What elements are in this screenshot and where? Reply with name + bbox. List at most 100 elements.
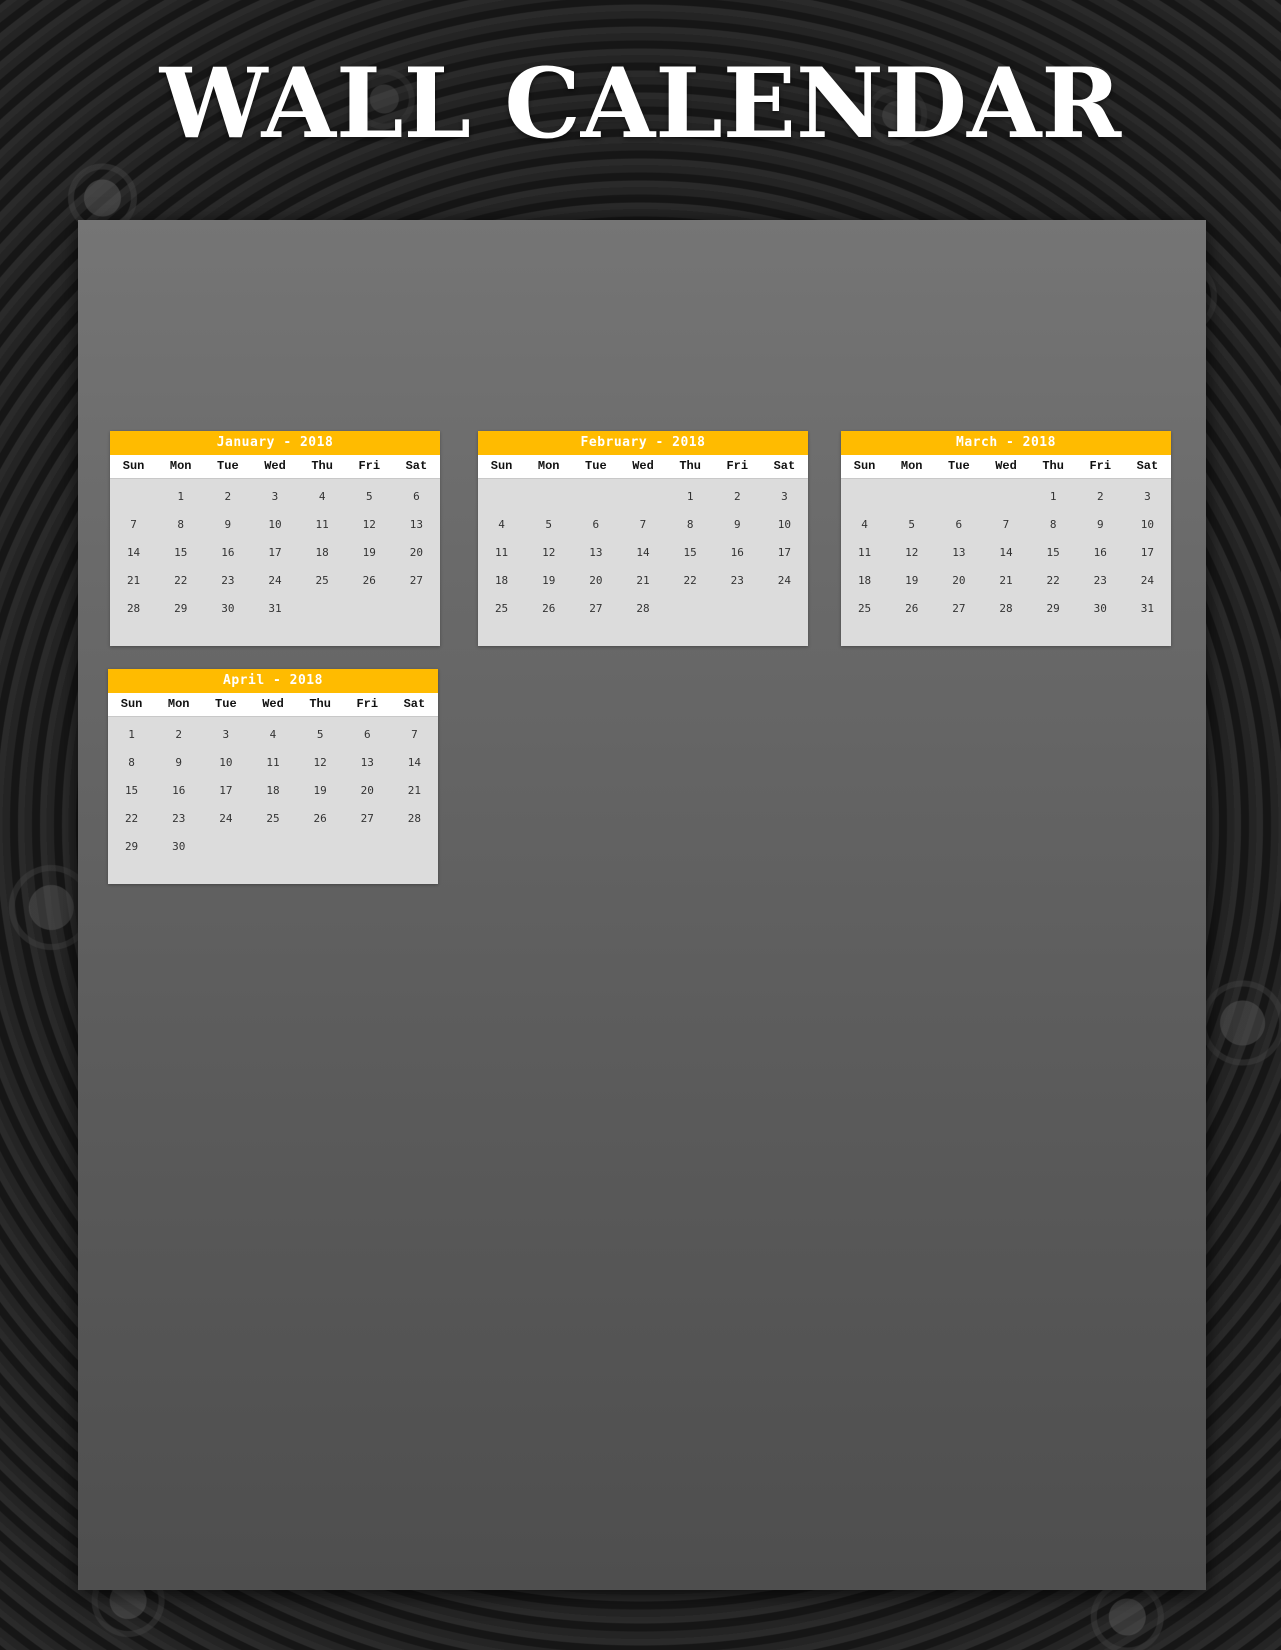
day-cell [202,833,249,861]
week-row: 14 15 16 17 18 19 20 [110,539,440,567]
day-cell: 15 [124,784,139,797]
day-cell: 13 [952,546,966,559]
day-cell: 24 [777,574,792,587]
day-cell: 11 [315,518,329,531]
day-cell: 28 [407,812,422,825]
weekday-header-row: Sun Mon Tue Wed Thu Fri Sat [108,693,438,717]
day-cell [714,595,761,623]
day-cell: 22 [1046,574,1060,587]
month-header: April - 2018 [108,669,438,693]
day-cell: 9 [224,518,232,531]
weekday-label: Wed [262,697,284,711]
weekday-label: Thu [311,459,333,473]
day-cell: 18 [494,574,509,587]
day-cell: 10 [268,518,282,531]
weeks-grid: 1 2 3 4 5 6 7 8 9 10 11 12 13 14 15 16 17 18 19 20 21 22 23 24 2… [841,479,1171,623]
day-cell: 17 [1140,546,1155,559]
day-cell: 28 [636,602,650,615]
day-cell: 12 [362,518,376,531]
day-cell: 11 [857,546,872,559]
day-cell: 19 [542,574,556,587]
week-row: 1 2 3 4 5 6 [110,483,440,511]
weekday-label: Mon [167,697,190,711]
day-cell: 31 [1140,602,1155,615]
month-header: March - 2018 [841,431,1171,455]
week-row: 29 30 [108,833,438,861]
day-cell: 2 [733,490,741,503]
day-cell: 18 [266,784,280,797]
month-calendar-february: February - 2018 Sun Mon Tue Wed Thu Fri Sat 12… [478,431,808,646]
day-cell [667,595,714,623]
day-cell: 10 [219,756,233,769]
week-row: 25 26 27 28 [478,595,808,623]
day-cell [393,595,440,623]
day-cell: 15 [683,546,697,559]
day-cell: 6 [592,518,600,531]
day-cell: 20 [952,574,966,587]
day-cell: 3 [271,490,279,503]
day-cell: 29 [1046,602,1060,615]
day-cell: 15 [174,546,188,559]
weekday-label: Sun [490,459,513,473]
day-cell [525,483,572,511]
day-cell: 14 [126,546,141,559]
day-cell: 26 [905,602,919,615]
day-cell: 6 [413,490,420,503]
day-cell: 20 [589,574,603,587]
day-cell: 21 [407,784,422,797]
day-cell: 24 [1140,574,1155,587]
day-cell: 29 [174,602,188,615]
week-row: 28 29 30 31 [110,595,440,623]
weekday-header-row: Sun Mon Tue Wed Thu Fri Sat [110,455,440,479]
day-cell [761,595,808,623]
day-cell: 2 [175,728,183,741]
day-cell: 19 [313,784,327,797]
day-cell: 29 [124,840,139,853]
day-cell: 26 [362,574,376,587]
day-cell: 5 [365,490,373,503]
day-cell [572,483,619,511]
day-cell [619,483,666,511]
day-cell: 4 [318,490,326,503]
day-cell [391,833,438,861]
day-cell: 19 [362,546,376,559]
day-cell: 23 [221,574,235,587]
day-cell: 23 [172,812,186,825]
day-cell: 13 [589,546,603,559]
weekday-label: Wed [995,459,1017,473]
weeks-grid: 1 2 3 4 5 6 7 8 9 10 11 12 13 14 15 16 17 18 19 20 21 22 23 24 2… [110,479,440,623]
day-cell: 20 [409,546,424,559]
day-cell: 20 [360,784,374,797]
day-cell [344,833,391,861]
day-cell: 7 [130,518,137,531]
day-cell: 21 [999,574,1013,587]
weekday-label: Thu [309,697,331,711]
week-row: 8 9 10 11 12 13 14 [108,749,438,777]
day-cell: 26 [542,602,556,615]
day-cell [297,833,344,861]
day-cell: 24 [219,812,233,825]
day-cell: 14 [999,546,1013,559]
day-cell: 5 [316,728,324,741]
day-cell: 16 [1093,546,1107,559]
day-cell: 13 [409,518,424,531]
weekday-header-row: Sun Mon Tue Wed Thu Fri Sat [841,455,1171,479]
day-cell: 22 [683,574,697,587]
day-cell: 19 [905,574,919,587]
day-cell: 7 [1002,518,1010,531]
day-cell: 3 [222,728,230,741]
day-cell [249,833,296,861]
weekday-label: Sat [773,459,796,473]
day-cell: 15 [1046,546,1060,559]
day-cell: 8 [686,518,694,531]
weekday-label: Fri [356,697,379,711]
day-cell: 27 [952,602,966,615]
day-cell: 21 [636,574,650,587]
day-cell: 1 [1049,490,1057,503]
day-cell: 4 [498,518,505,531]
day-cell: 22 [124,812,139,825]
day-cell: 2 [224,490,232,503]
week-row: 1 2 3 [841,483,1171,511]
weekday-label: Sat [403,697,426,711]
week-row: 11 12 13 14 15 16 17 [478,539,808,567]
